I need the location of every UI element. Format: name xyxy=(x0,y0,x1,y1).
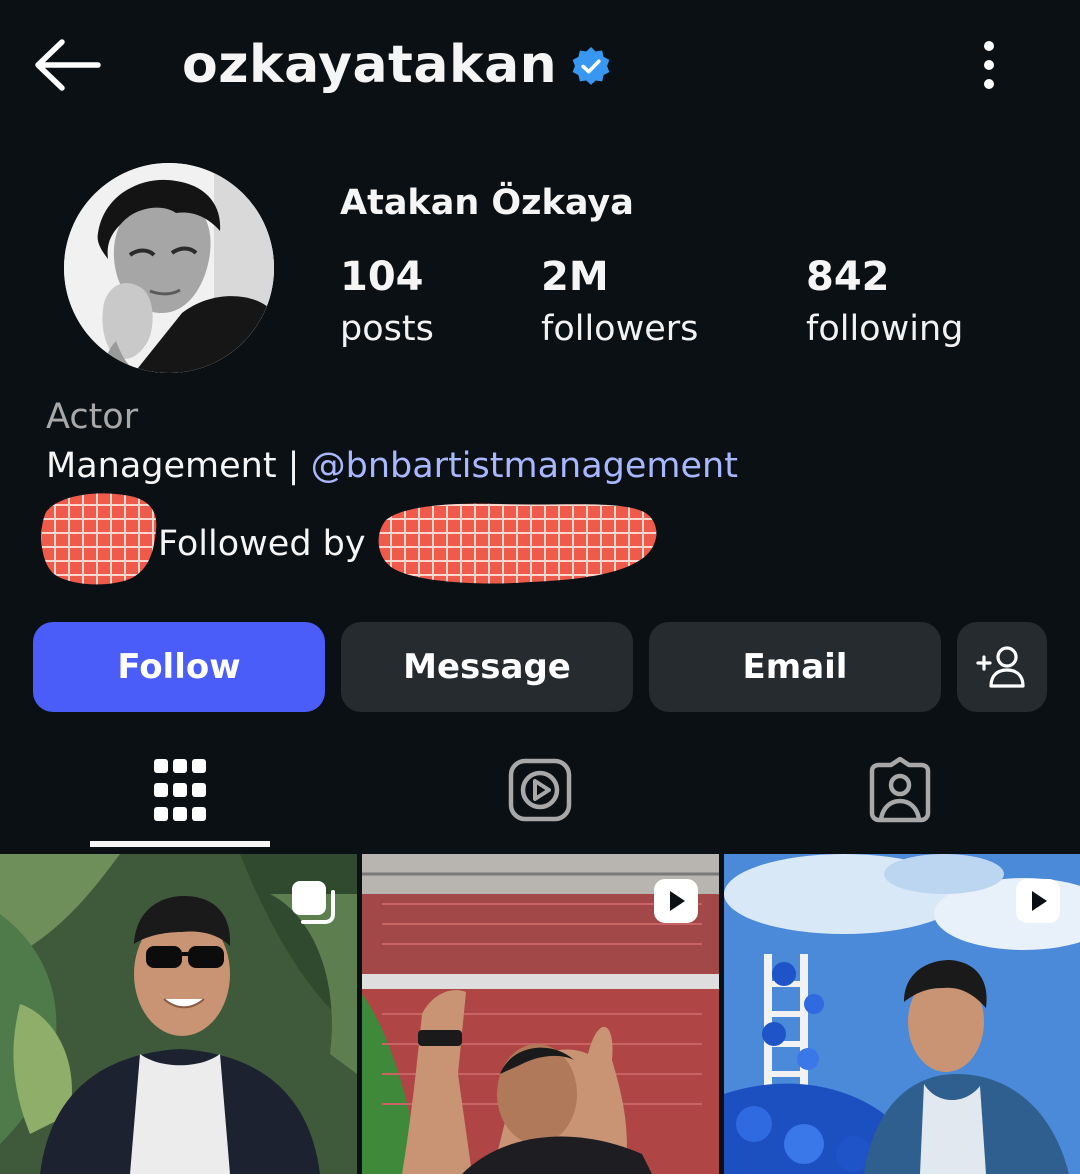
carousel-icon xyxy=(292,881,335,924)
followed-by-row[interactable]: Followed by xyxy=(40,490,680,590)
posts-count-stat[interactable]: 104 posts xyxy=(340,250,434,354)
tagged-icon xyxy=(869,757,931,823)
email-button[interactable]: Email xyxy=(649,622,941,712)
top-bar: ozkayatakan xyxy=(0,0,1080,130)
more-options-button[interactable] xyxy=(966,36,1012,94)
posts-count: 104 xyxy=(340,254,424,300)
post-thumbnail[interactable] xyxy=(362,854,719,1174)
post-thumbnail[interactable] xyxy=(0,854,357,1174)
posts-label: posts xyxy=(340,309,434,349)
follow-button[interactable]: Follow xyxy=(33,622,325,712)
following-count-stat[interactable]: 842 following xyxy=(806,250,963,354)
bio-mention-link[interactable]: @bnbartistmanagement xyxy=(311,446,738,486)
profile-avatar[interactable] xyxy=(64,163,274,373)
followed-by-text: Followed by xyxy=(158,524,366,564)
profile-full-name: Atakan Özkaya xyxy=(340,183,634,223)
suggested-users-button[interactable] xyxy=(957,622,1047,712)
followers-count-stat[interactable]: 2M followers xyxy=(541,250,698,354)
profile-bio: Management | @bnbartistmanagement xyxy=(46,441,738,491)
followers-count: 2M xyxy=(541,254,609,300)
profile-username: ozkayatakan xyxy=(182,35,558,95)
following-count: 842 xyxy=(806,254,890,300)
profile-category: Actor xyxy=(46,397,139,437)
play-icon xyxy=(654,879,698,923)
back-arrow-icon xyxy=(35,39,101,91)
post-thumbnail[interactable] xyxy=(724,854,1080,1174)
followers-label: followers xyxy=(541,309,699,349)
tab-posts-grid[interactable] xyxy=(90,740,270,840)
reels-icon xyxy=(508,758,572,822)
message-button[interactable]: Message xyxy=(341,622,633,712)
grid-icon xyxy=(154,759,206,821)
avatar-photo xyxy=(64,163,274,373)
tab-tagged[interactable] xyxy=(810,740,990,840)
active-tab-indicator xyxy=(90,841,270,847)
verified-badge-icon xyxy=(572,47,610,85)
tab-reels[interactable] xyxy=(450,740,630,840)
more-vertical-icon xyxy=(984,41,994,89)
add-person-icon xyxy=(976,646,1025,688)
play-icon xyxy=(1016,879,1060,923)
following-label: following xyxy=(806,309,964,349)
back-button[interactable] xyxy=(30,30,104,100)
bio-text: Management | xyxy=(46,446,311,486)
